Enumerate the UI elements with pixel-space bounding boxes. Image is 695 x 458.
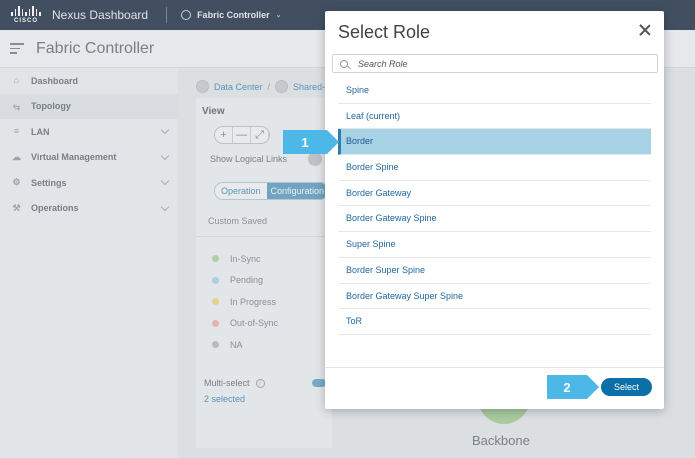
role-list: Spine Leaf (current) Border Border Spine…	[338, 78, 651, 335]
search-role-box	[332, 54, 658, 73]
select-button[interactable]: Select	[601, 378, 652, 396]
role-option-leaf[interactable]: Leaf (current)	[338, 104, 651, 130]
step-2-callout: 2	[547, 375, 599, 399]
role-option-border-gateway-spine[interactable]: Border Gateway Spine	[338, 206, 651, 233]
search-role-input[interactable]	[358, 58, 648, 69]
role-option-border-super-spine[interactable]: Border Super Spine	[338, 258, 651, 284]
dialog-footer-divider	[325, 367, 664, 368]
step-1-callout: 1	[283, 130, 339, 154]
role-option-spine[interactable]: Spine	[338, 78, 651, 104]
close-icon[interactable]	[638, 23, 652, 37]
select-role-dialog: Select Role Spine Leaf (current) Border …	[325, 11, 664, 409]
role-option-border-gateway[interactable]: Border Gateway	[338, 181, 651, 207]
role-option-super-spine[interactable]: Super Spine	[338, 232, 651, 258]
role-option-border-gateway-super-spine[interactable]: Border Gateway Super Spine	[338, 284, 651, 310]
role-option-border-spine[interactable]: Border Spine	[338, 155, 651, 181]
search-icon	[340, 59, 348, 68]
dialog-title: Select Role	[338, 22, 431, 42]
role-option-border[interactable]: Border	[338, 129, 651, 156]
role-option-tor[interactable]: ToR	[338, 309, 651, 335]
